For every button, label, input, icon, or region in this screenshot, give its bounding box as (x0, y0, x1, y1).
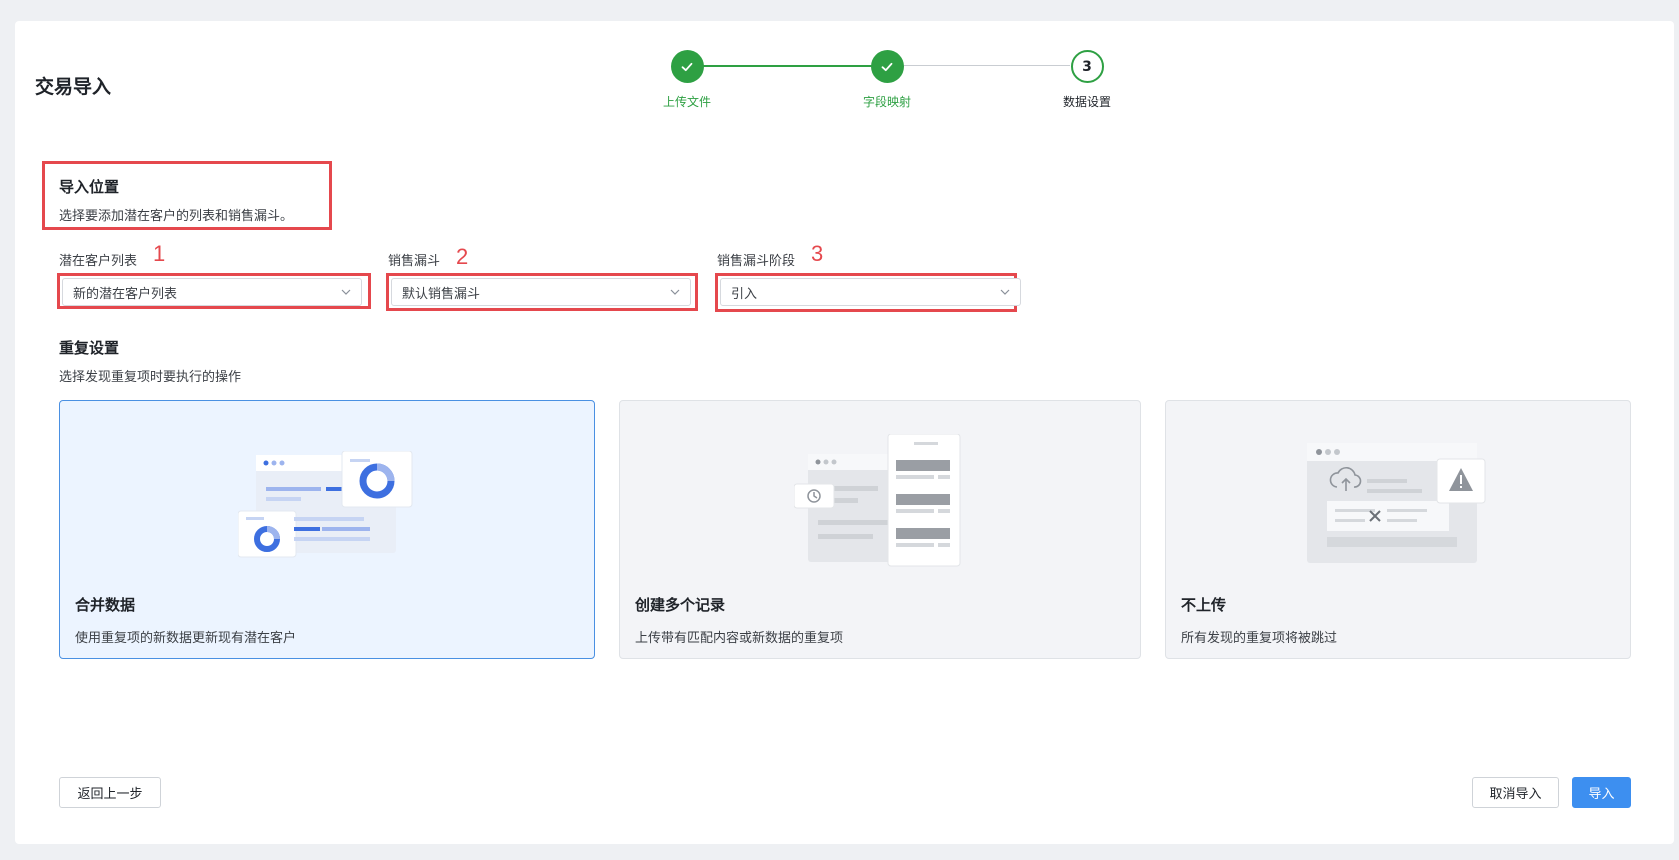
import-location-title: 导入位置 (59, 178, 120, 196)
step-data-settings: 3 数据设置 (1027, 50, 1147, 110)
option-desc: 所有发现的重复项将被跳过 (1181, 631, 1338, 646)
annotation-number: 3 (811, 241, 824, 266)
lead-list-label: 潜在客户列表 (59, 254, 138, 269)
import-location-desc: 选择要添加潜在客户的列表和销售漏斗。 (59, 209, 294, 224)
annotation-number: 2 (456, 244, 469, 269)
option-title: 合并数据 (75, 596, 136, 614)
pipeline-label: 销售漏斗 (388, 254, 441, 269)
skip-upload-illustration (1307, 443, 1486, 563)
option-card-create-multiple[interactable]: 创建多个记录 上传带有匹配内容或新数据的重复项 (619, 400, 1141, 659)
pipeline-stage-value: 引入 (731, 286, 758, 302)
step-field-mapping: 字段映射 (827, 50, 947, 110)
option-title: 创建多个记录 (635, 596, 726, 614)
check-icon (670, 50, 704, 83)
pipeline-value: 默认销售漏斗 (402, 286, 481, 302)
option-card-skip[interactable]: 不上传 所有发现的重复项将被跳过 (1165, 400, 1631, 659)
step-label: 数据设置 (1062, 95, 1111, 109)
option-title: 不上传 (1181, 596, 1227, 614)
duplicate-settings-title: 重复设置 (59, 339, 120, 357)
pipeline-select[interactable]: 默认销售漏斗 (391, 278, 691, 306)
option-card-merge[interactable]: 合并数据 使用重复项的新数据更新现有潜在客户 (59, 400, 595, 659)
cancel-import-button[interactable]: 取消导入 (1472, 777, 1559, 808)
annotation-number: 1 (153, 241, 166, 266)
create-multiple-records-illustration (794, 434, 961, 567)
option-desc: 使用重复项的新数据更新现有潜在客户 (75, 631, 297, 646)
step-number: 3 (1070, 50, 1104, 83)
import-button[interactable]: 导入 (1572, 777, 1631, 808)
check-icon (870, 50, 904, 83)
lead-list-value: 新的潜在客户列表 (73, 286, 178, 302)
step-label: 上传文件 (662, 95, 711, 109)
back-button[interactable]: 返回上一步 (59, 777, 161, 808)
pipeline-stage-select[interactable]: 引入 (720, 278, 1021, 306)
merge-data-illustration (238, 451, 413, 558)
chevron-down-icon (1000, 289, 1010, 295)
page-title: 交易导入 (35, 76, 112, 98)
step-upload-file: 上传文件 (627, 50, 747, 110)
chevron-down-icon (670, 289, 680, 295)
chevron-down-icon (341, 289, 351, 295)
duplicate-settings-desc: 选择发现重复项时要执行的操作 (59, 370, 242, 385)
pipeline-stage-label: 销售漏斗阶段 (717, 254, 796, 269)
step-label: 字段映射 (862, 95, 911, 109)
lead-list-select[interactable]: 新的潜在客户列表 (62, 278, 362, 306)
option-desc: 上传带有匹配内容或新数据的重复项 (635, 631, 844, 646)
